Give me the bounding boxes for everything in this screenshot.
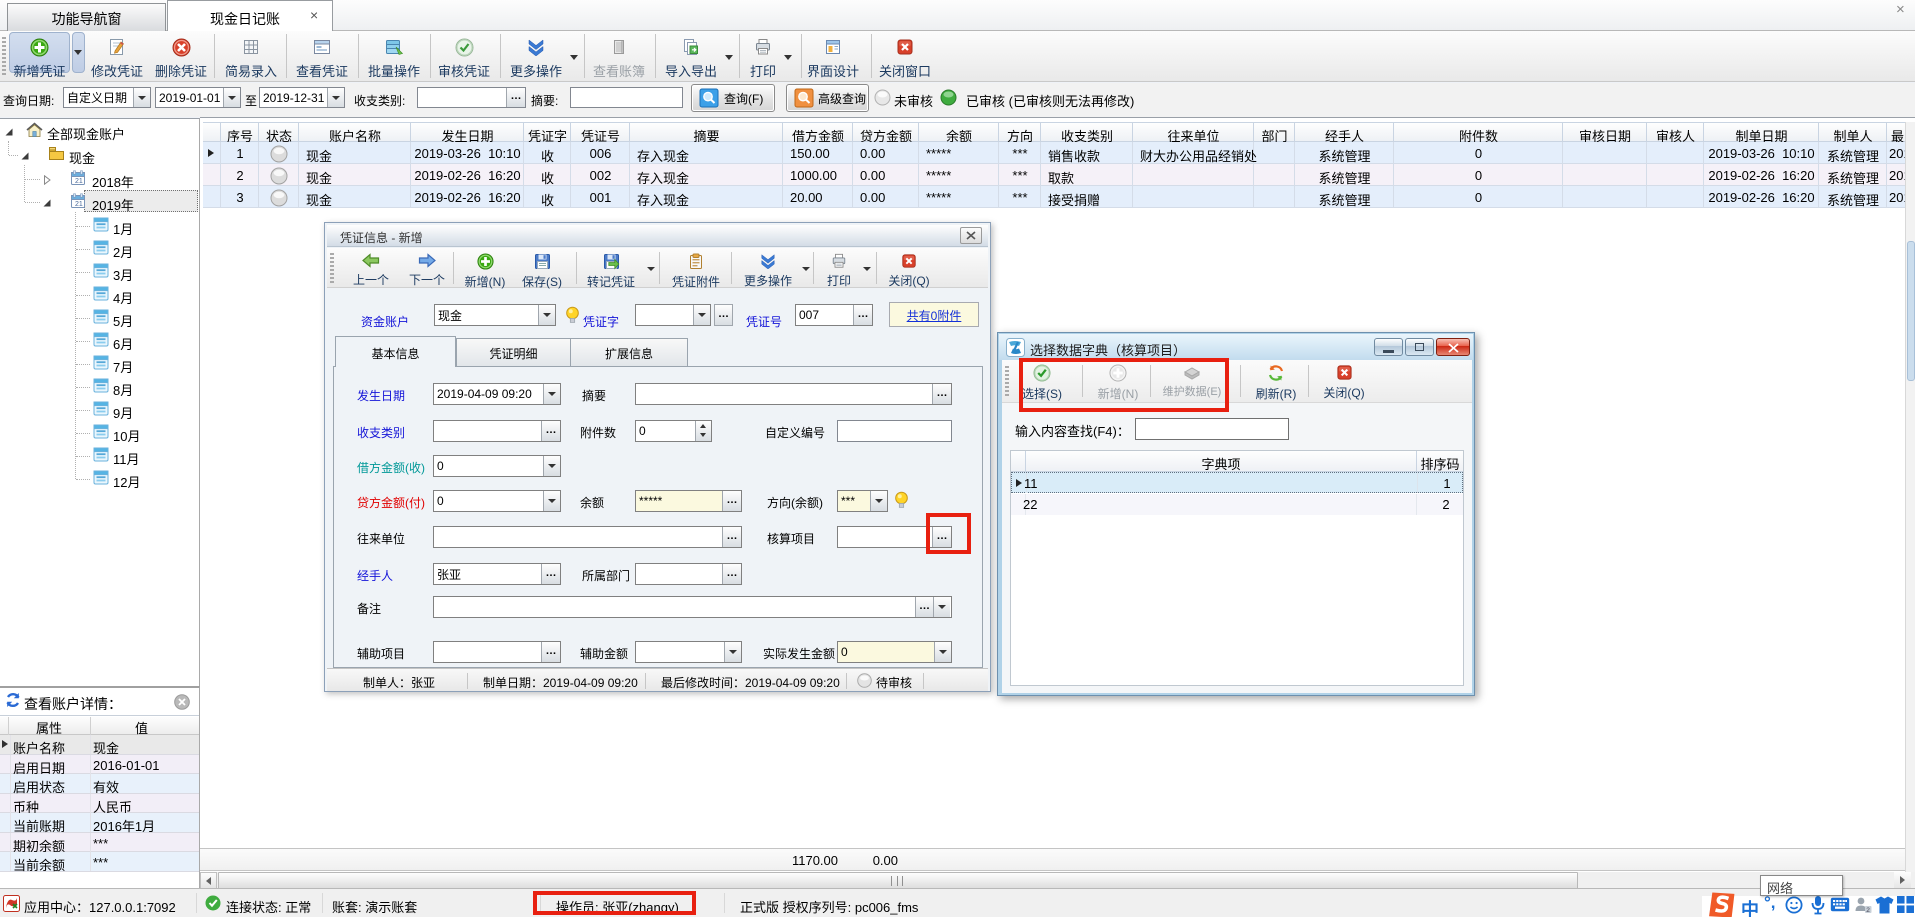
svg-text:21: 21 xyxy=(75,178,83,185)
svg-text:2: 2 xyxy=(1866,907,1870,914)
svg-text:21: 21 xyxy=(75,201,83,208)
